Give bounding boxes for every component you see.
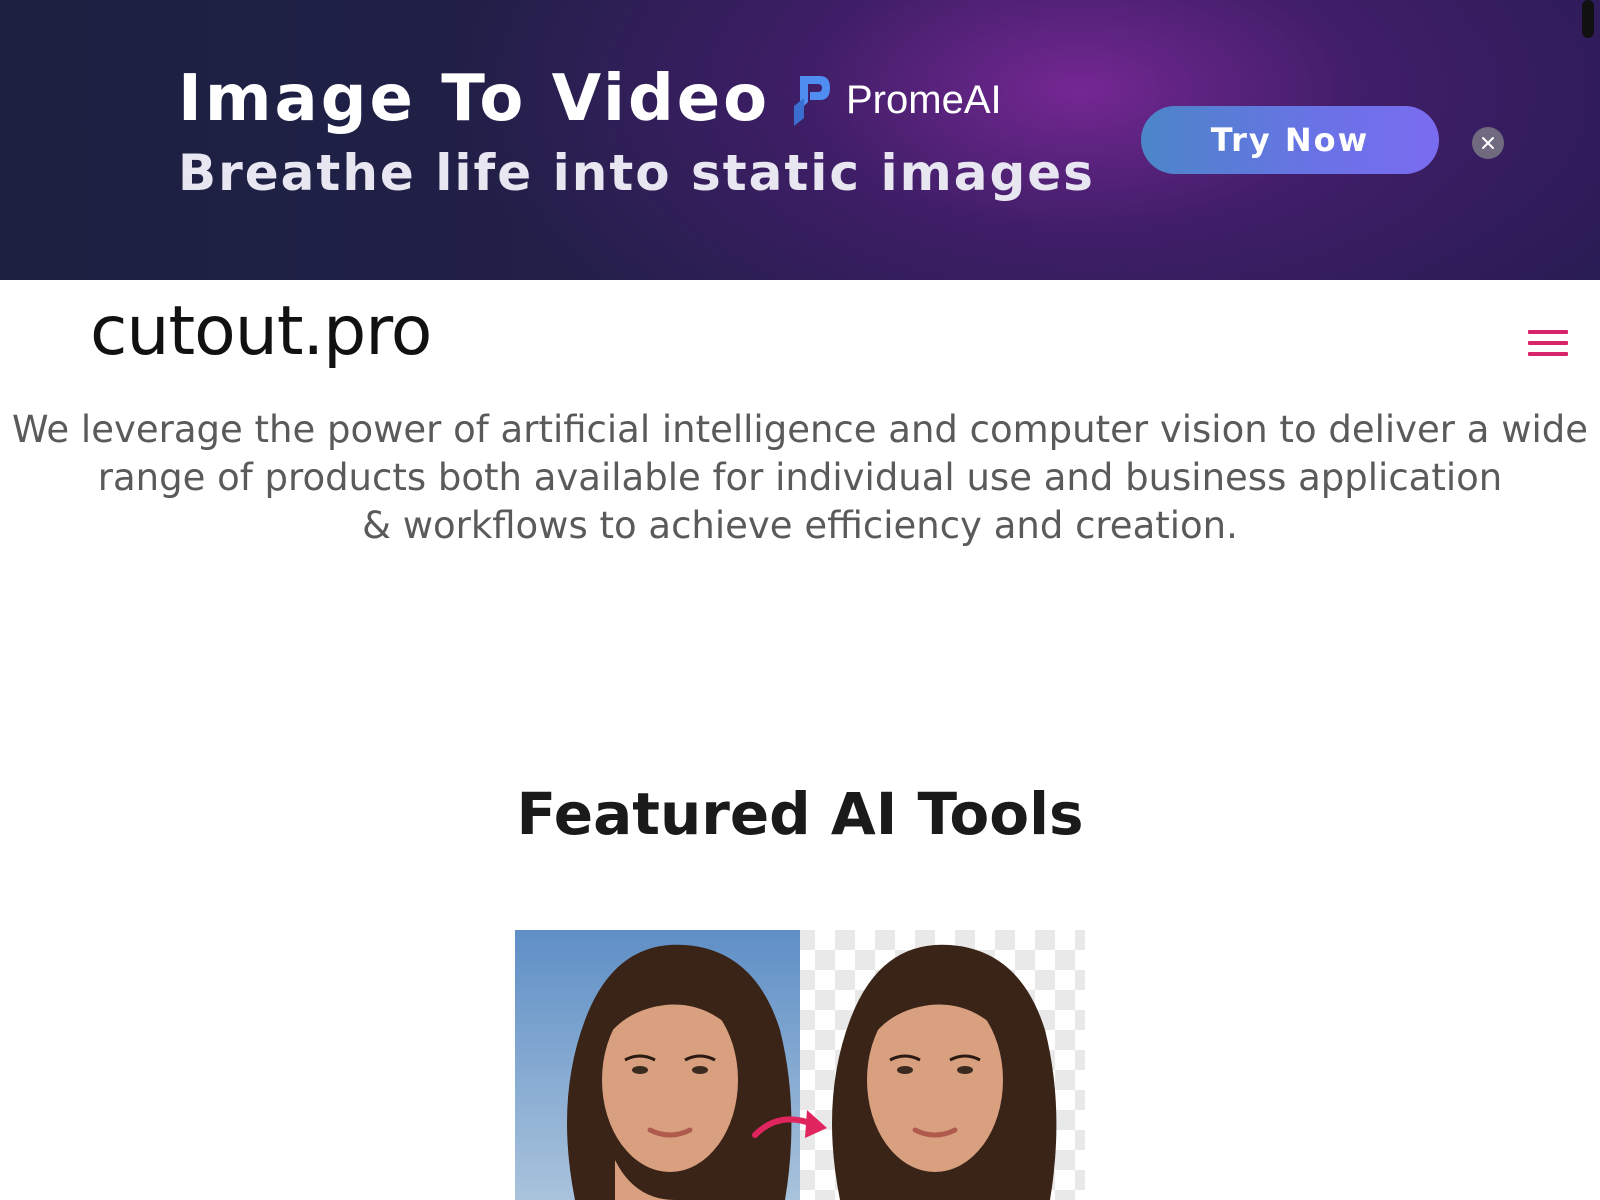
promeai-logo-icon [794, 76, 830, 126]
background-removal-preview-image[interactable] [515, 930, 1085, 1200]
ad-brand-name: PromeAI [846, 77, 1002, 122]
ad-subtitle: Breathe life into static images [178, 144, 1095, 202]
ad-title: Image To Video [178, 62, 771, 136]
close-ad-button[interactable] [1472, 127, 1504, 159]
featured-heading: Featured AI Tools [516, 780, 1084, 848]
preview-illustration [515, 930, 1085, 1200]
close-icon [1482, 137, 1494, 149]
intro-line-1: We leverage the power of artificial inte… [11, 408, 1589, 499]
ad-banner: Image To Video Breathe life into static … [0, 0, 1600, 280]
intro-line-2: & workflows to achieve efficiency and cr… [362, 504, 1238, 547]
scrollbar[interactable] [1582, 0, 1594, 38]
site-logo[interactable]: cutout.pro [90, 292, 432, 371]
intro-text: We leverage the power of artificial inte… [0, 406, 1600, 550]
try-now-button[interactable]: Try Now [1141, 106, 1439, 174]
ad-brand: PromeAI [790, 72, 1002, 128]
hamburger-menu-icon[interactable] [1528, 330, 1568, 358]
